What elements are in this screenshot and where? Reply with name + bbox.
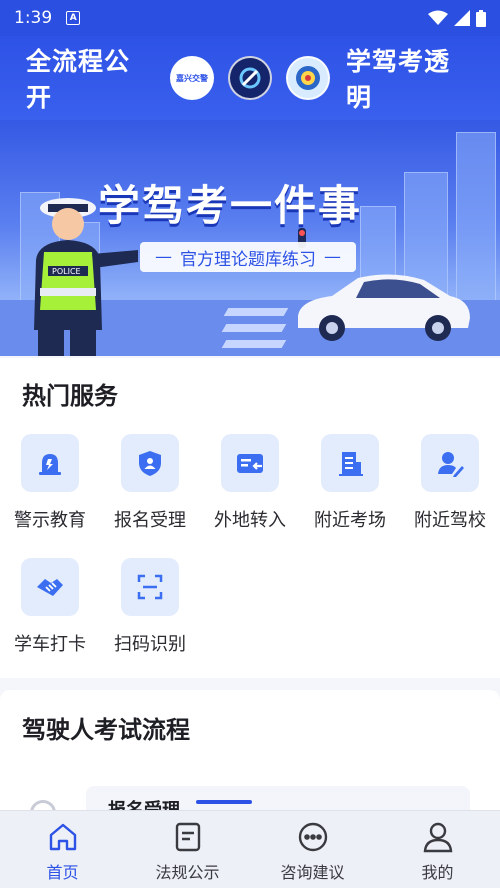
exam-process-section: 驾驶人考试流程 报名受理 (0, 690, 500, 826)
header-left-slogan: 全流程公开 (26, 47, 131, 112)
handshake-icon (21, 558, 79, 616)
tab-label: 法规公示 (155, 863, 220, 882)
tab-label: 首页 (46, 863, 79, 882)
building-icon (321, 434, 379, 492)
tab-regulations[interactable]: 法规公示 (125, 811, 250, 888)
service-transfer-in[interactable]: 外地转入 (200, 434, 300, 532)
service-scan-recognition[interactable]: 扫码识别 (100, 558, 200, 656)
promo-banner[interactable]: 学驾考一件事 — 官方理论题库练习 — POLICE (0, 120, 500, 356)
signal-icon (454, 10, 470, 26)
tab-home[interactable]: 首页 (0, 811, 125, 888)
wifi-icon (428, 10, 448, 25)
tab-mine[interactable]: 我的 (375, 811, 500, 888)
service-label: 报名受理 (114, 510, 186, 531)
section-title: 驾驶人考试流程 (22, 716, 190, 744)
status-bar: 1:39 A (0, 0, 500, 36)
service-warning-education[interactable]: 警示教育 (0, 434, 100, 532)
app-header: 全流程公开 嘉兴交警 学驾考透明 (0, 36, 500, 120)
car-illustration (298, 274, 470, 341)
bottom-tab-bar: 首页 法规公示 咨询建议 我的 (0, 810, 500, 888)
header-right-slogan: 学驾考透明 (346, 47, 451, 112)
service-label: 外地转入 (214, 510, 286, 531)
tab-label: 我的 (421, 863, 454, 882)
service-label: 附近驾校 (414, 510, 486, 531)
status-time: 1:39 (14, 8, 53, 28)
hot-services-section: 热门服务 警示教育 报名受理 外地转入 附近考场 附近驾校 学车打卡 扫码识别 (0, 358, 500, 678)
shield-user-icon (121, 434, 179, 492)
tab-consult-suggest[interactable]: 咨询建议 (250, 811, 375, 888)
user-icon (423, 822, 452, 853)
traffic-police-illustration: POLICE (34, 198, 138, 356)
service-nearby-exam-site[interactable]: 附近考场 (300, 434, 400, 532)
section-title: 热门服务 (22, 382, 118, 410)
alarm-light-icon (21, 434, 79, 492)
crosswalk-stripe (221, 324, 287, 332)
battery-icon (476, 9, 486, 27)
service-nearby-driving-school[interactable]: 附近驾校 (400, 434, 500, 532)
svg-text:POLICE: POLICE (52, 267, 81, 276)
service-label: 附近考场 (314, 510, 386, 531)
home-icon (49, 823, 76, 851)
traffic-app-logo (228, 56, 272, 100)
card-transfer-icon (221, 434, 279, 492)
chat-icon (298, 822, 327, 852)
service-label: 学车打卡 (14, 634, 86, 655)
step-underline (196, 800, 252, 804)
user-edit-icon (421, 434, 479, 492)
crosswalk-stripe (223, 308, 289, 316)
scan-icon (121, 558, 179, 616)
tab-label: 咨询建议 (280, 863, 345, 882)
notification-a-icon: A (66, 11, 81, 25)
service-label: 扫码识别 (114, 634, 186, 655)
banner-subtitle: — 官方理论题库练习 — (140, 242, 356, 272)
service-learning-checkin[interactable]: 学车打卡 (0, 558, 100, 656)
police-emblem-logo (286, 56, 330, 100)
document-icon (175, 822, 200, 852)
jiaxing-police-logo: 嘉兴交警 (170, 56, 214, 100)
crosswalk-stripe (221, 340, 287, 348)
service-label: 警示教育 (14, 510, 86, 531)
service-registration[interactable]: 报名受理 (100, 434, 200, 532)
